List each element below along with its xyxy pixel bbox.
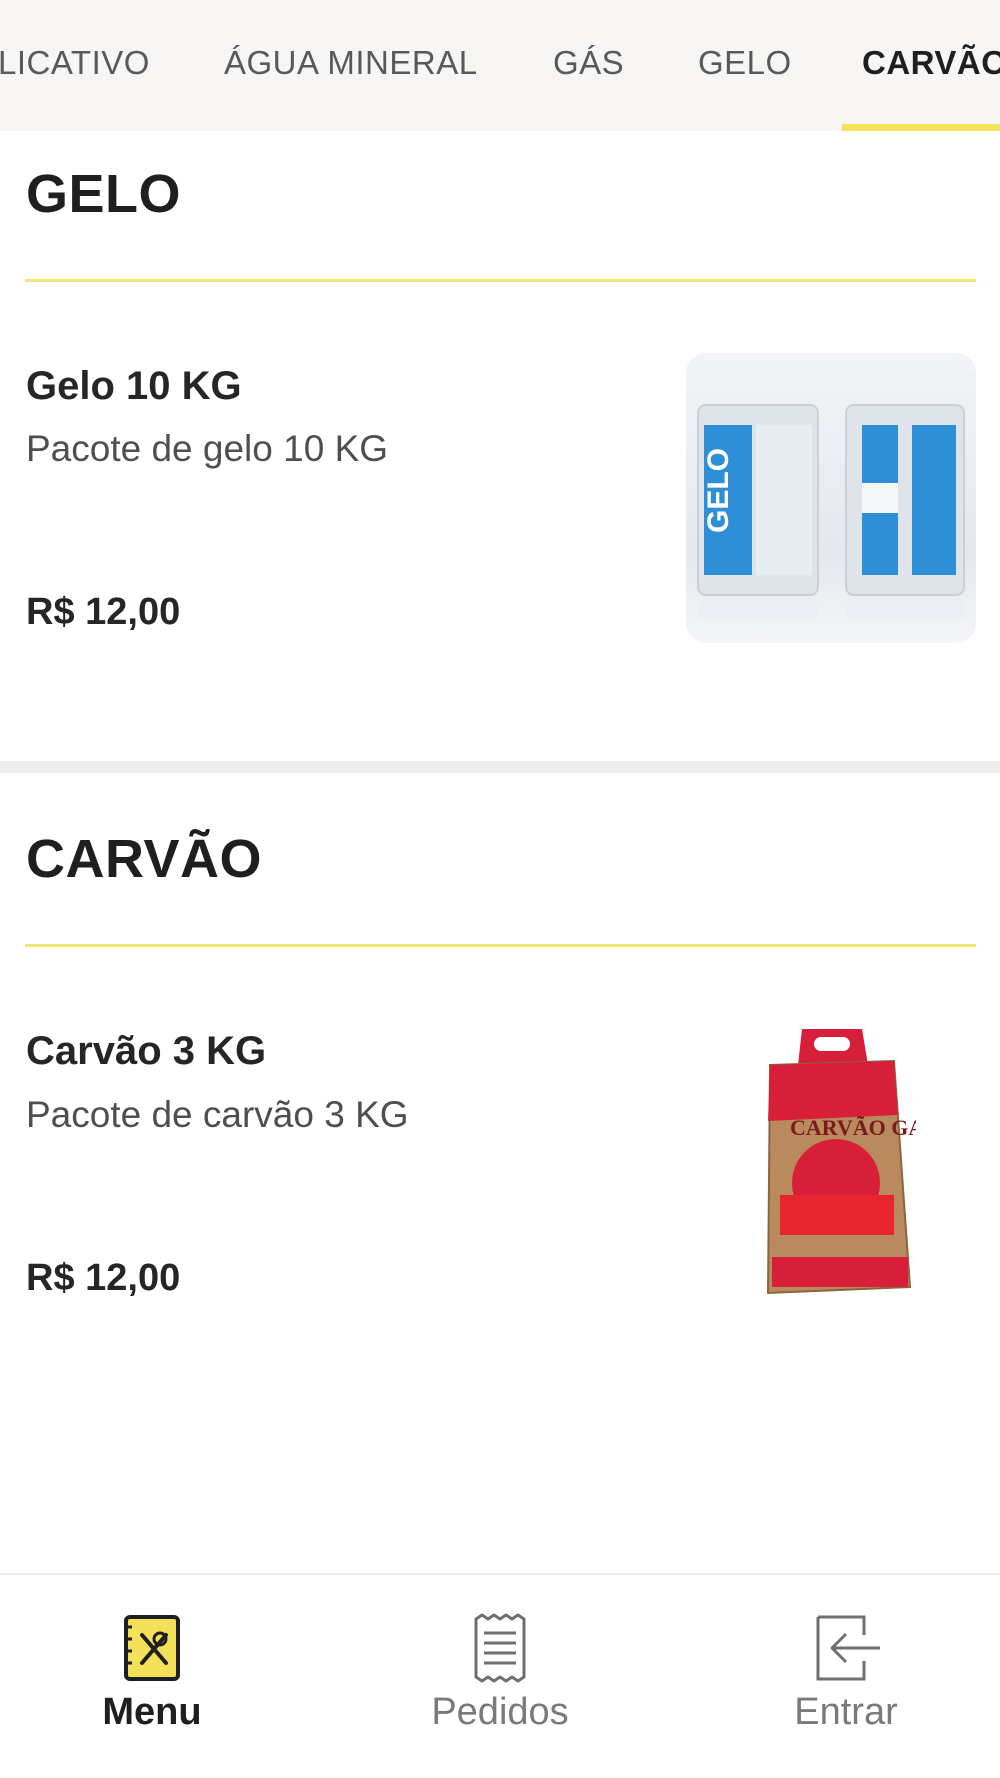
nav-pedidos-label: Pedidos: [431, 1691, 569, 1733]
category-tabbar: LICATIVO ÁGUA MINERAL GÁS GELO CARVÃO: [0, 0, 1000, 131]
bottom-navigation: Menu Pedidos Entrar: [0, 1573, 1000, 1778]
nav-entrar-label: Entrar: [794, 1691, 898, 1733]
tab-carvao[interactable]: CARVÃO: [862, 44, 1000, 82]
section-title-gelo: GELO: [26, 164, 182, 224]
menu-book-icon: [124, 1615, 180, 1681]
tab-agua-mineral[interactable]: ÁGUA MINERAL: [224, 44, 478, 82]
svg-text:GELO: GELO: [702, 448, 735, 533]
product-image-gelo: GELO: [686, 353, 976, 643]
svg-text:CARVÃO GARCIA: CARVÃO GARCIA: [790, 1115, 916, 1140]
section-title-carvao: CARVÃO: [26, 829, 263, 889]
nav-menu[interactable]: Menu: [52, 1613, 252, 1734]
tab-gelo[interactable]: GELO: [698, 44, 792, 82]
nav-entrar[interactable]: Entrar: [746, 1613, 946, 1734]
product-name: Gelo 10 KG: [26, 364, 242, 408]
section-divider: [0, 761, 1000, 773]
product-price: R$ 12,00: [26, 1257, 181, 1299]
product-price: R$ 12,00: [26, 591, 181, 633]
product-image-carvao: CARVÃO GARCIA: [750, 1025, 981, 1305]
section-rule: [25, 279, 976, 282]
nav-menu-label: Menu: [102, 1691, 202, 1733]
section-rule: [25, 944, 976, 947]
product-name: Carvão 3 KG: [26, 1029, 267, 1073]
tab-gas[interactable]: GÁS: [553, 44, 624, 82]
login-icon: [816, 1615, 880, 1681]
tab-aplicativo[interactable]: LICATIVO: [0, 44, 150, 82]
receipt-icon: [474, 1613, 526, 1683]
nav-pedidos[interactable]: Pedidos: [400, 1613, 600, 1734]
product-description: Pacote de carvão 3 KG: [26, 1094, 409, 1135]
product-description: Pacote de gelo 10 KG: [26, 428, 389, 469]
active-tab-indicator: [842, 124, 1000, 131]
